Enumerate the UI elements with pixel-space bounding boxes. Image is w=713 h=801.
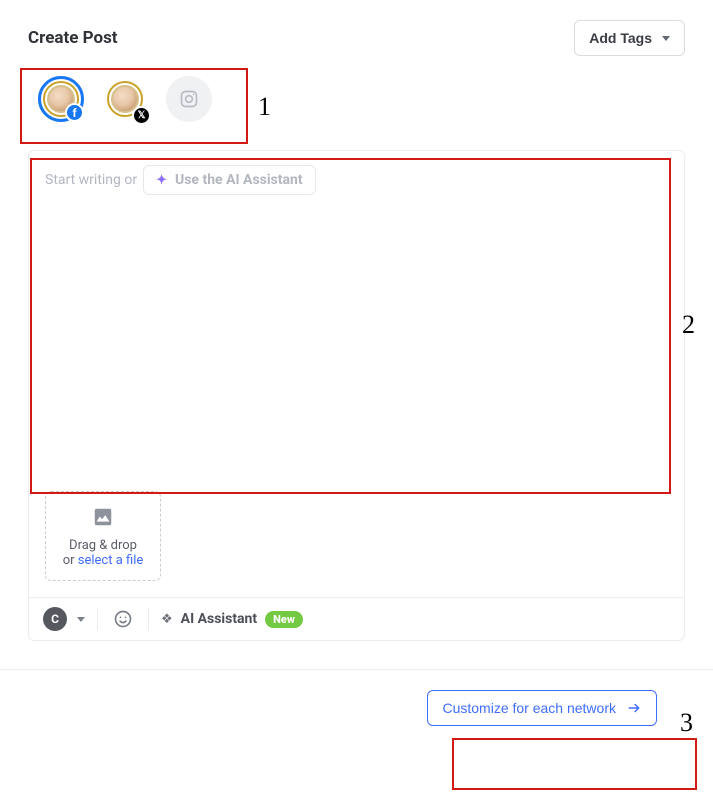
add-tags-label: Add Tags [589, 30, 652, 46]
composer-card: Start writing or ✦ Use the AI Assistant … [28, 150, 685, 641]
separator [148, 608, 149, 630]
add-tags-button[interactable]: Add Tags [574, 20, 685, 56]
chevron-down-icon [662, 36, 670, 41]
annotation-number-2: 2 [682, 310, 695, 340]
facebook-icon: f [65, 103, 84, 122]
variant-chip[interactable]: C [43, 607, 67, 631]
account-instagram[interactable] [166, 76, 212, 122]
image-icon [54, 506, 152, 532]
variant-dropdown[interactable] [77, 617, 85, 622]
separator [97, 608, 98, 630]
composer-toolbar: C ❖ AI Assistant New [29, 597, 684, 640]
ai-assistant-label: AI Assistant [181, 611, 257, 627]
accounts-row: f 𝕏 [28, 76, 685, 122]
magic-wand-icon: ❖ [161, 612, 173, 627]
annotation-number-3: 3 [680, 708, 693, 738]
account-x[interactable]: 𝕏 [102, 76, 148, 122]
dropzone-line1: Drag & drop [54, 538, 152, 553]
account-facebook[interactable]: f [38, 76, 84, 122]
select-file-link[interactable]: select a file [78, 553, 144, 568]
ai-assistant-inline-label: Use the AI Assistant [175, 172, 303, 188]
ai-assistant-button[interactable]: ❖ AI Assistant New [161, 611, 303, 628]
magic-wand-icon: ✦ [156, 173, 167, 188]
x-icon: 𝕏 [132, 106, 151, 125]
customize-for-each-network-button[interactable]: Customize for each network [427, 690, 657, 726]
instagram-icon [178, 88, 200, 110]
annotation-number-1: 1 [258, 92, 271, 122]
arrow-right-icon [626, 701, 642, 715]
post-text-input[interactable]: Start writing or ✦ Use the AI Assistant [29, 151, 684, 479]
emoji-button[interactable] [110, 606, 136, 632]
placeholder-text: Start writing or [45, 172, 137, 188]
page-title: Create Post [28, 28, 118, 48]
media-dropzone[interactable]: Drag & drop or select a file [45, 491, 161, 581]
dropzone-line2-prefix: or [63, 553, 78, 568]
use-ai-assistant-button[interactable]: ✦ Use the AI Assistant [143, 165, 315, 195]
customize-label: Customize for each network [442, 700, 616, 716]
new-badge: New [265, 611, 303, 628]
